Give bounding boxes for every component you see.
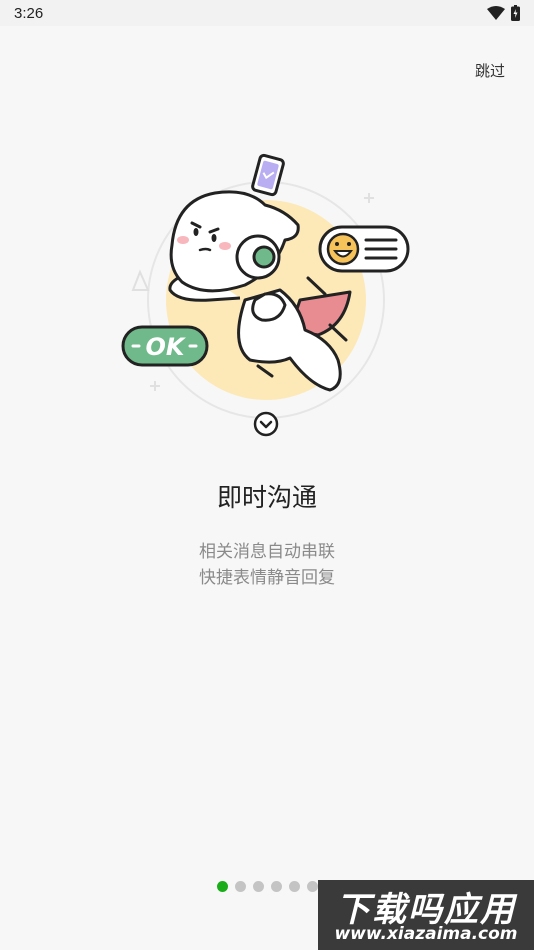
ok-badge-text: OK xyxy=(146,333,187,361)
pager-dot[interactable] xyxy=(289,881,300,892)
chevron-down-icon[interactable] xyxy=(253,411,279,437)
pager-dot-active[interactable] xyxy=(217,881,228,892)
page-title: 即时沟通 xyxy=(216,483,317,512)
pager-dot[interactable] xyxy=(307,881,318,892)
subtitle-line-2: 快捷表情静音回复 xyxy=(199,568,335,588)
pager-dot[interactable] xyxy=(253,881,264,892)
watermark-url: www.xiazaima.com xyxy=(334,924,518,944)
smiley-icon xyxy=(326,232,360,266)
subtitle-line-1: 相关消息自动串联 xyxy=(199,542,335,562)
phone-icon xyxy=(251,153,285,197)
pager-dot[interactable] xyxy=(271,881,282,892)
onboarding-illustration: OK xyxy=(121,153,410,437)
pager-dot[interactable] xyxy=(235,881,246,892)
watermark: 下载吗应用 www.xiazaima.com xyxy=(318,880,534,950)
pager-dots xyxy=(217,881,318,892)
